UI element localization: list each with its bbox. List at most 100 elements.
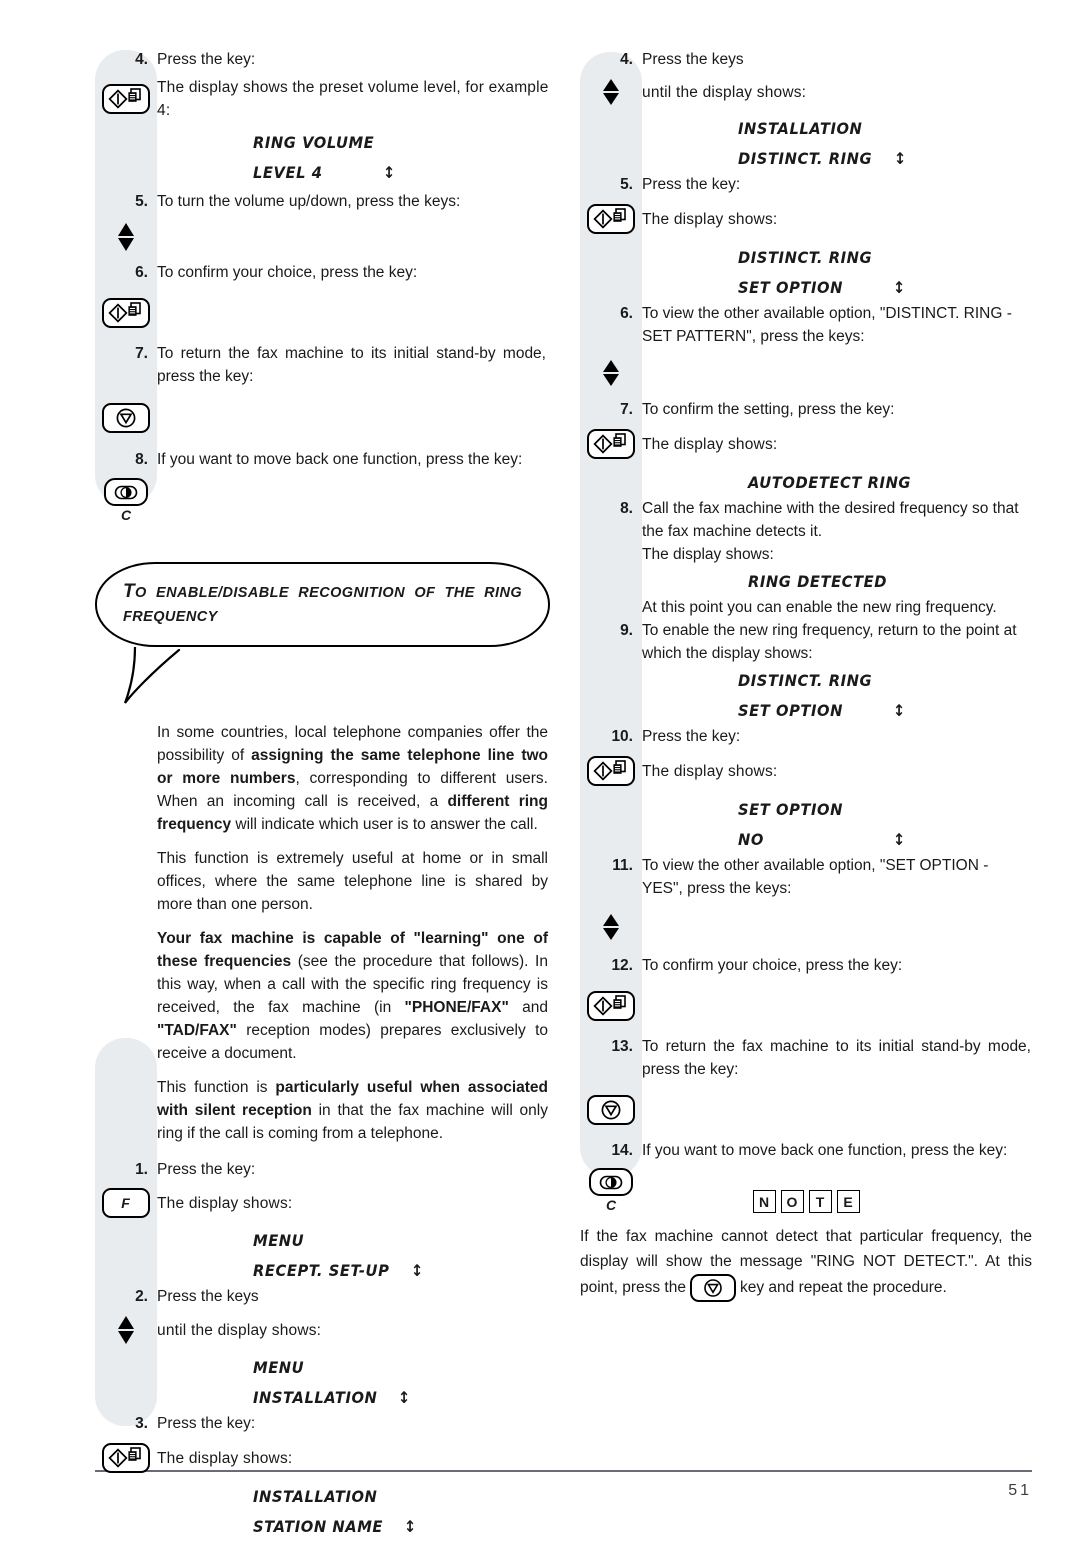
display-text: DISTINCT. RING (738, 670, 873, 690)
display-text: INSTALLATION (253, 1387, 378, 1407)
step-block: 8. Call the fax machine with the desired… (580, 497, 1035, 619)
f-key-label: F (121, 1195, 131, 1211)
display-text: SET OPTION (738, 700, 843, 720)
stop-key-icon[interactable] (102, 403, 150, 433)
key-row: The display shows: (580, 196, 1035, 242)
display-line: RING DETECTED (580, 566, 1035, 596)
display-line: STATION NAME ↕ (95, 1511, 550, 1541)
c-clear-key-icon[interactable]: C (589, 1168, 633, 1212)
step-text: To view the other available option, "DIS… (642, 305, 1012, 345)
start-copy-key-icon[interactable] (587, 991, 635, 1021)
key-row: C (95, 471, 550, 529)
key-row (580, 977, 1035, 1035)
step-number: 4. (620, 51, 633, 68)
step-subtext: The display shows: (642, 546, 774, 563)
manual-page: 4. Press the key: The display shows the … (0, 0, 1080, 1536)
key-cell (580, 913, 642, 941)
step-number: 6. (135, 264, 148, 281)
stop-key-icon[interactable] (689, 1274, 736, 1302)
display-line: SET OPTION ↕ (580, 272, 1035, 302)
display-text: LEVEL 4 (253, 162, 323, 182)
text-run-bold: "PHONE/FAX" (404, 999, 509, 1016)
key-cell (95, 298, 157, 328)
display-line: RECEPT. SET-UP ↕ (95, 1255, 550, 1285)
step-block: 5. Press the key: The display shows: DIS… (580, 173, 1035, 302)
up-down-arrow-keys-icon[interactable] (602, 913, 620, 941)
display-line: LEVEL 4 ↕ (95, 157, 550, 187)
f-function-key-icon[interactable]: F (102, 1188, 150, 1218)
heading-initial: T (123, 581, 136, 602)
start-copy-key-icon[interactable] (587, 429, 635, 459)
step-number: 8. (620, 500, 633, 517)
step-line: At this point you can enable the new rin… (580, 596, 1035, 619)
step-block: 9. To enable the new ring frequency, ret… (580, 619, 1035, 725)
step-number: 5. (620, 176, 633, 193)
key-cell: F (95, 1188, 157, 1218)
step-number: 4. (135, 51, 148, 68)
text-run-bold: "TAD/FAX" (157, 1022, 237, 1039)
key-cell (95, 84, 157, 114)
stop-key-icon[interactable] (587, 1095, 635, 1125)
key-cell (580, 204, 642, 234)
key-row (580, 1081, 1035, 1139)
start-copy-key-icon[interactable] (587, 756, 635, 786)
step-line: 8. Call the fax machine with the desired… (580, 497, 1035, 543)
key-row (95, 213, 550, 261)
c-clear-key-icon[interactable]: C (104, 478, 148, 522)
start-copy-key-icon[interactable] (587, 204, 635, 234)
key-row: F The display shows: (95, 1181, 550, 1225)
step-number: 3. (135, 1415, 148, 1432)
key-row: C (580, 1162, 1035, 1218)
display-text: RING DETECTED (748, 571, 888, 591)
step-text: To confirm the setting, press the key: (642, 401, 895, 418)
step-line: 7. To return the fax machine to its init… (95, 342, 550, 388)
key-cell (580, 429, 642, 459)
step-text: Press the key: (642, 728, 741, 745)
key-row (95, 284, 550, 342)
display-arrow-icon: ↕ (411, 1260, 425, 1280)
step-text: Press the key: (157, 1415, 256, 1432)
step-line: 13. To return the fax machine to its ini… (580, 1035, 1035, 1081)
display-text: INSTALLATION (738, 118, 863, 138)
key-row-text: The display shows: (642, 435, 778, 453)
key-row-text: The display shows: (157, 1194, 293, 1212)
key-cell (95, 1315, 157, 1345)
step-number: 14. (611, 1142, 633, 1159)
display-line: SET OPTION (580, 794, 1035, 824)
step-line: 11. To view the other available option, … (580, 854, 1035, 900)
display-line: AUTODETECT RING (580, 467, 1035, 497)
text-run: and (508, 999, 548, 1016)
display-arrow-icon: ↕ (893, 148, 907, 168)
c-key-label: C (605, 1197, 617, 1213)
step-block: 4. Press the keys until the display show… (580, 48, 1035, 173)
step-line: 3. Press the key: (95, 1412, 550, 1435)
step-line: 5. Press the key: (580, 173, 1035, 196)
note-text: If the fax machine cannot detect that pa… (580, 1224, 1032, 1302)
display-text: MENU (253, 1357, 305, 1377)
key-row-text: The display shows the preset volume leve… (157, 79, 549, 119)
step-text: Press the keys (642, 51, 744, 68)
step-text: Press the key: (157, 1161, 256, 1178)
up-down-arrow-keys-icon[interactable] (602, 78, 620, 106)
key-row (580, 900, 1035, 954)
step-number: 7. (135, 345, 148, 362)
step-block: 6. To confirm your choice, press the key… (95, 261, 550, 342)
step-number: 7. (620, 401, 633, 418)
up-down-arrow-keys-icon[interactable] (602, 359, 620, 387)
step-number: 9. (620, 622, 633, 639)
start-copy-key-icon[interactable] (102, 1443, 150, 1473)
key-cell: C (580, 1168, 642, 1212)
up-down-arrow-keys-icon[interactable] (117, 222, 135, 252)
start-copy-key-icon[interactable] (102, 298, 150, 328)
up-down-arrow-keys-icon[interactable] (117, 1315, 135, 1345)
step-line: The display shows: (580, 543, 1035, 566)
step-line: 5. To turn the volume up/down, press the… (95, 190, 550, 213)
key-cell (95, 403, 157, 433)
start-copy-key-icon[interactable] (102, 84, 150, 114)
display-text: MENU (253, 1230, 305, 1250)
display-text: SET OPTION (738, 799, 843, 819)
page-number: 51 (1008, 1482, 1032, 1499)
step-text: If you want to move back one function, p… (642, 1142, 1008, 1159)
step-number: 11. (612, 857, 633, 874)
key-row-text: The display shows: (642, 210, 778, 228)
